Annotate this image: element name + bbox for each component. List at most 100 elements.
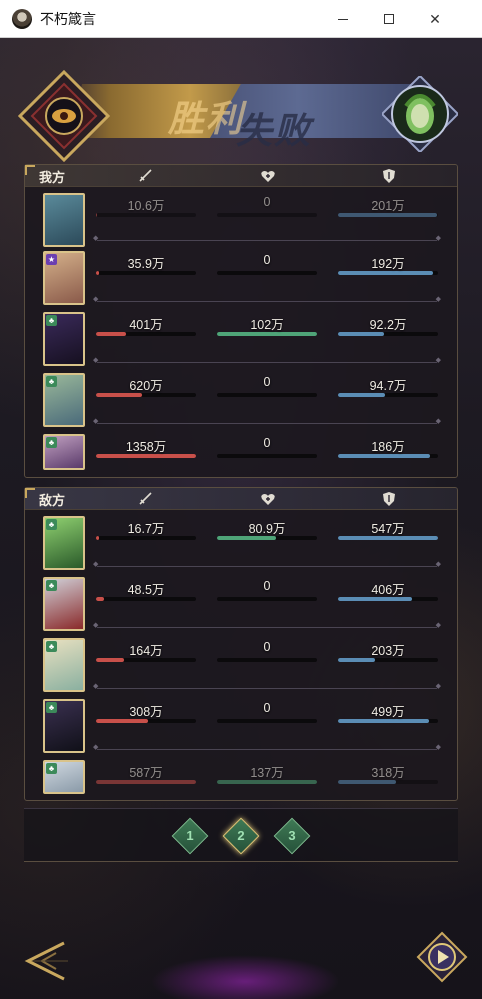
heal-value: 0 <box>263 253 271 267</box>
defense-bar <box>338 597 438 601</box>
attack-value: 16.7万 <box>127 522 165 536</box>
attack-bar <box>96 332 196 336</box>
my-hero-row-4: ♣ 620万 0 94.7万 <box>25 356 457 438</box>
enemy-team-panel: 敌方 ♣ 16.7万 80.9万 547万 ♣ 48.5万 0 406万 ♣ 1… <box>24 487 458 801</box>
defense-stat: 547万 <box>338 518 438 540</box>
heal-stat: 0 <box>217 640 317 662</box>
window-title: 不朽箴言 <box>40 11 96 28</box>
round-2-button[interactable]: 2 <box>222 817 260 855</box>
attack-stat: 1358万 <box>96 436 196 458</box>
row-divider <box>93 682 441 690</box>
defense-bar <box>338 213 438 217</box>
hero-card[interactable]: ★ <box>43 251 85 305</box>
attack-bar-fill <box>96 780 196 784</box>
defense-bar-fill <box>338 271 433 275</box>
heal-value: 0 <box>263 436 271 450</box>
attack-value: 35.9万 <box>127 257 165 271</box>
replay-icon[interactable] <box>416 931 468 983</box>
heal-stat: 0 <box>217 253 317 275</box>
round-3-button[interactable]: 3 <box>273 817 311 855</box>
close-button[interactable]: ✕ <box>412 0 458 38</box>
maximize-button[interactable] <box>366 0 412 38</box>
rank-badge-icon: ♣ <box>46 519 57 530</box>
heart-icon <box>261 494 275 505</box>
defense-value: 203万 <box>371 644 405 658</box>
hero-card[interactable]: ♣ <box>43 638 85 692</box>
hero-card[interactable]: ♣ <box>43 373 85 427</box>
defense-stat: 192万 <box>338 253 438 275</box>
attack-bar <box>96 658 196 662</box>
hero-card[interactable]: ♣ <box>43 516 85 570</box>
my-team-panel: 我方 10.6万 0 201万 ★ 35.9万 0 192万 ♣ 401万 10… <box>24 164 458 478</box>
enemy-leader-portrait <box>382 76 458 152</box>
enemy-hero-row-4: ♣ 308万 0 499万 <box>25 682 457 764</box>
defeat-text: 失败 <box>236 110 313 152</box>
hero-card[interactable]: ♣ <box>43 699 85 753</box>
attack-bar-fill <box>96 597 104 601</box>
defense-bar <box>338 780 438 784</box>
my-hero-row-1: 10.6万 0 201万 <box>25 193 457 258</box>
heal-bar-fill <box>217 536 276 540</box>
attack-bar <box>96 597 196 601</box>
hero-card[interactable]: ♣ <box>43 312 85 366</box>
heal-value: 137万 <box>250 766 284 780</box>
attack-value: 1358万 <box>125 440 167 454</box>
heal-value: 0 <box>263 701 271 715</box>
heal-bar <box>217 719 317 723</box>
hero-card[interactable]: ♣ <box>43 760 85 794</box>
heal-bar <box>217 780 317 784</box>
bottom-bar <box>0 893 482 999</box>
defense-bar-fill <box>338 332 384 336</box>
round-number: 2 <box>237 828 245 843</box>
enemy-hero-row-1: ♣ 16.7万 80.9万 547万 <box>25 516 457 581</box>
heal-bar <box>217 332 317 336</box>
my-team-label: 我方 <box>39 171 66 186</box>
attack-stat: 401万 <box>96 314 196 336</box>
hero-card[interactable]: ♣ <box>43 577 85 631</box>
round-1-button[interactable]: 1 <box>171 817 209 855</box>
enemy-team-label: 敌方 <box>39 494 66 509</box>
minimize-button[interactable] <box>320 0 366 38</box>
attack-bar <box>96 719 196 723</box>
heal-value: 102万 <box>250 318 284 332</box>
my-team-header: 我方 <box>25 165 457 187</box>
heal-bar <box>217 597 317 601</box>
defense-value: 94.7万 <box>369 379 407 393</box>
attack-bar <box>96 271 196 275</box>
hero-card[interactable]: ♣ <box>43 434 85 470</box>
defense-bar <box>338 719 438 723</box>
panel-corner <box>25 165 35 175</box>
heal-stat: 137万 <box>217 762 317 784</box>
defense-bar-fill <box>338 536 438 540</box>
defense-value: 318万 <box>371 766 405 780</box>
defense-stat: 406万 <box>338 579 438 601</box>
heal-bar <box>217 271 317 275</box>
enemy-hero-row-2: ♣ 48.5万 0 406万 <box>25 560 457 642</box>
back-arrow-icon[interactable] <box>20 939 70 983</box>
heal-bar <box>217 658 317 662</box>
defense-stat: 92.2万 <box>338 314 438 336</box>
heal-bar <box>217 454 317 458</box>
round-number: 1 <box>186 828 194 843</box>
my-hero-row-2: ★ 35.9万 0 192万 <box>25 234 457 316</box>
enemy-team-header: 敌方 <box>25 488 457 510</box>
bottom-glow <box>150 955 340 999</box>
hero-card[interactable] <box>43 193 85 247</box>
defense-stat: 499万 <box>338 701 438 723</box>
sword-icon <box>139 169 152 182</box>
row-divider <box>93 295 441 303</box>
row-divider <box>93 560 441 568</box>
attack-bar <box>96 454 196 458</box>
heal-bar <box>217 213 317 217</box>
defense-bar <box>338 393 438 397</box>
attack-bar-fill <box>96 332 126 336</box>
maximize-icon <box>384 14 394 24</box>
heal-stat: 0 <box>217 375 317 397</box>
defense-bar-fill <box>338 597 412 601</box>
row-divider <box>93 417 441 425</box>
defense-bar-fill <box>338 780 396 784</box>
row-divider <box>93 234 441 242</box>
app-icon <box>12 8 32 29</box>
shield-icon <box>383 169 395 183</box>
row-divider <box>93 621 441 629</box>
